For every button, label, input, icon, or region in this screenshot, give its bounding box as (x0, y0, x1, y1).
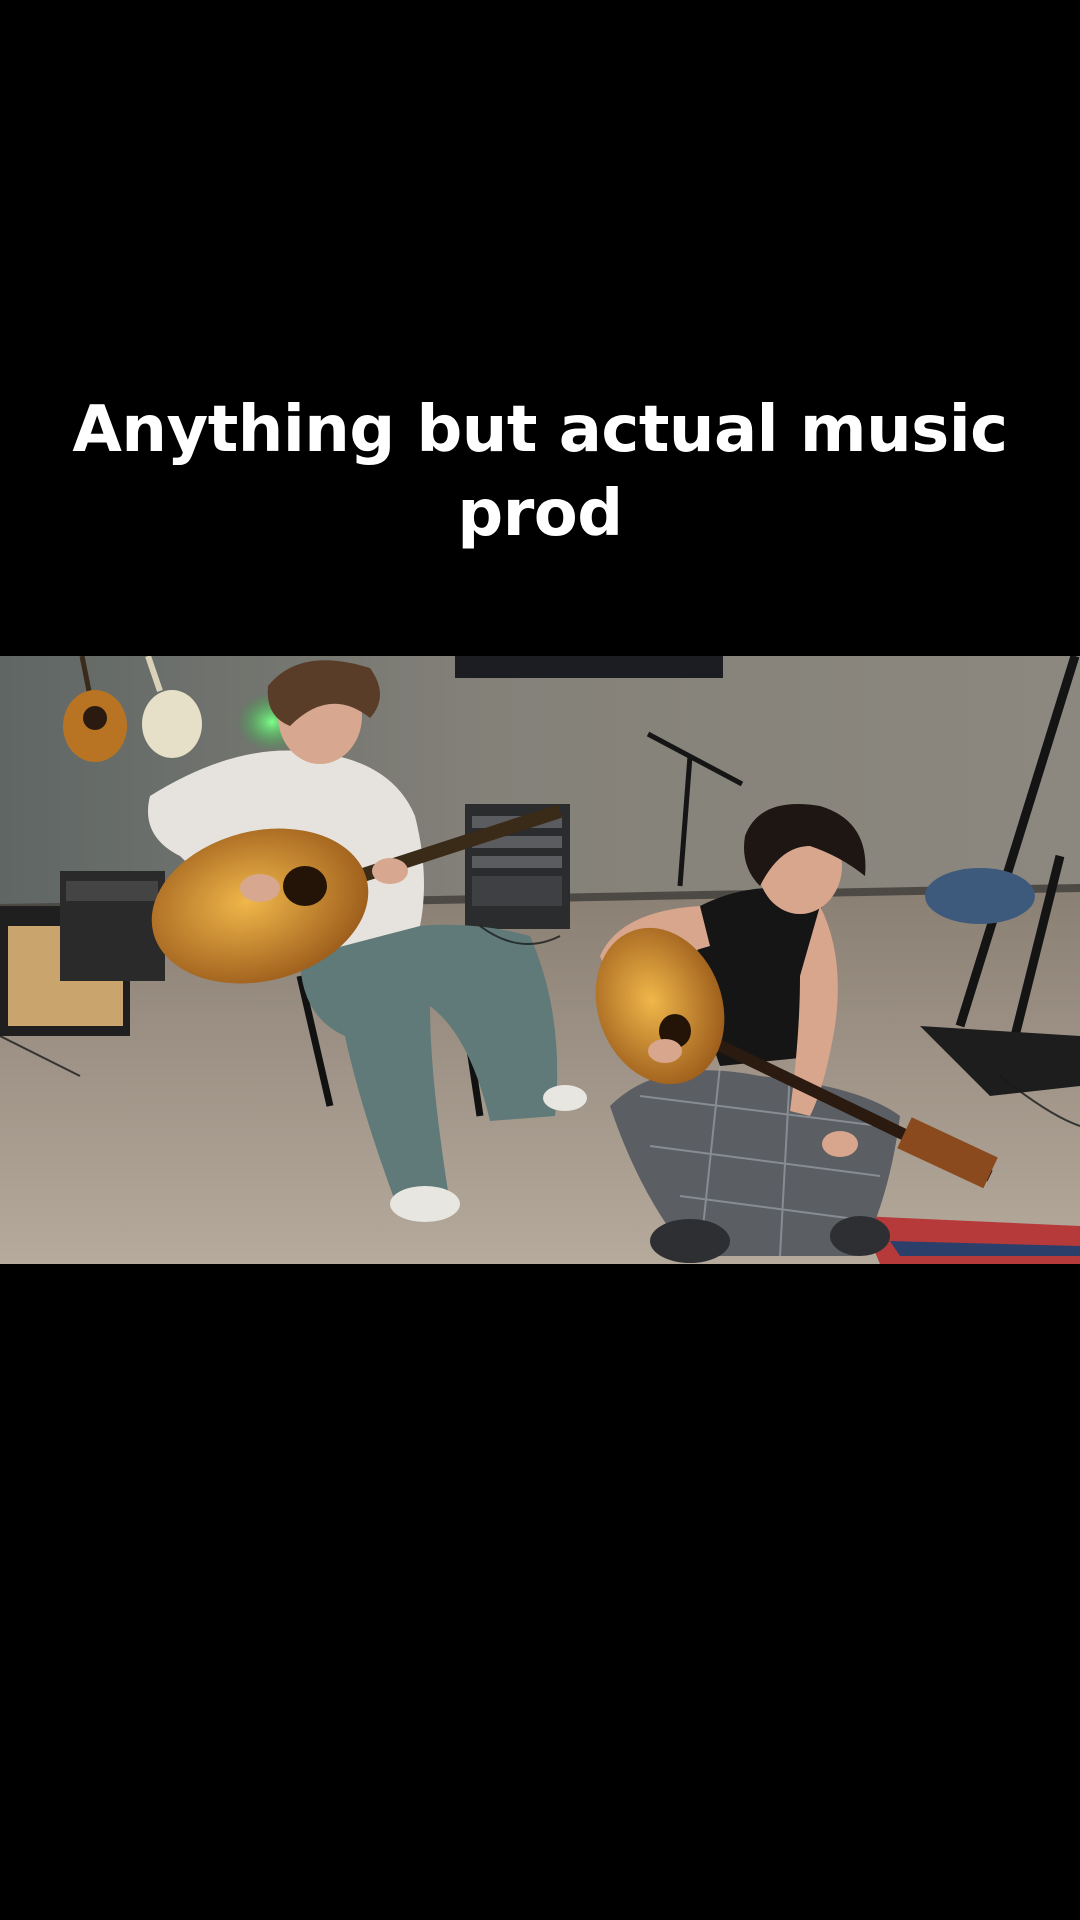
bag (925, 868, 1035, 924)
caption-line-1: Anything but actual music (72, 393, 1008, 467)
tv-screen (455, 656, 723, 678)
video-caption: Anything but actual music prod (60, 388, 1020, 556)
caption-line-2: prod (457, 477, 623, 551)
amplifier-icon (60, 871, 165, 981)
video-frame[interactable] (0, 656, 1080, 1264)
video-screen[interactable]: Anything but actual music prod (0, 0, 1080, 1920)
video-scene (0, 656, 1080, 1264)
